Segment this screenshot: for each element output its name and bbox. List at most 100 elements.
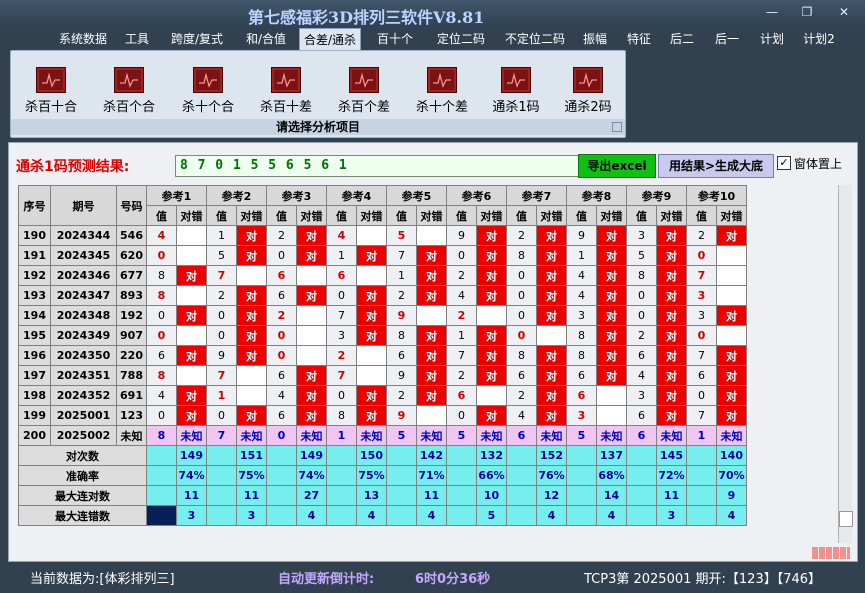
- value-cell: 5: [566, 425, 597, 446]
- subheader-result: 对错: [596, 205, 627, 226]
- stats-value: 13: [356, 485, 387, 506]
- analysis-button-4[interactable]: 杀百个差: [333, 67, 395, 115]
- analysis-button-6[interactable]: 通杀1码: [485, 67, 547, 115]
- table-row[interactable]: 197 2024351 788 8 7 6 对 7 9 对 2 对 6 对 6 对 4 对 6 对: [18, 365, 747, 386]
- table-row[interactable]: 191 2024345 620 0 5 对 0 对 1 对 7 对 0 对 8 对 1 对 5 对 0: [18, 245, 747, 266]
- menu-item-11[interactable]: 后一: [712, 30, 742, 48]
- table-row[interactable]: 190 2024344 546 4 1 对 2 对 4 5 9 对 2 对 9 对 3 对 2 对: [18, 225, 747, 246]
- export-excel-button[interactable]: 导出excel: [578, 154, 656, 178]
- result-cell: 对: [596, 285, 627, 306]
- maximize-icon[interactable]: ❐: [797, 4, 817, 20]
- minimize-icon[interactable]: —: [762, 4, 782, 20]
- table-row[interactable]: 199 2025001 123 0 对 0 对 6 对 8 对 9 0 对 4 对 3 6 对 7 对: [18, 405, 747, 426]
- analysis-button-1[interactable]: 杀百个合: [98, 67, 160, 115]
- analysis-button-7[interactable]: 通杀2码: [557, 67, 619, 115]
- value-cell: 8: [326, 405, 357, 426]
- row-number: 220: [116, 345, 147, 366]
- subheader-result: 对错: [356, 205, 387, 226]
- value-cell: 6: [266, 285, 297, 306]
- menu-item-4[interactable]: 合差/通杀: [299, 28, 361, 51]
- close-icon[interactable]: ✕: [834, 4, 854, 20]
- subheader-value: 值: [386, 205, 417, 226]
- generate-button[interactable]: 用结果>生成大底: [658, 154, 774, 178]
- value-cell: 0: [266, 425, 297, 446]
- stats-spacer: [566, 445, 597, 466]
- menu-item-5[interactable]: 百十个: [375, 30, 415, 48]
- analysis-button-2[interactable]: 杀十个合: [177, 67, 239, 115]
- stats-value: 74%: [176, 465, 207, 486]
- result-cell: 对: [416, 345, 447, 366]
- menu-item-13[interactable]: 计划2: [801, 30, 837, 48]
- value-cell: 7: [446, 345, 477, 366]
- stats-spacer: [626, 465, 657, 486]
- menu-item-12[interactable]: 计划: [757, 30, 787, 48]
- stats-spacer: [326, 505, 357, 526]
- row-index: 199: [18, 405, 51, 426]
- result-cell: [236, 365, 267, 386]
- value-cell: 0: [266, 325, 297, 346]
- menu-item-10[interactable]: 后二: [667, 30, 697, 48]
- value-cell: 0: [446, 405, 477, 426]
- result-cell: 对: [176, 385, 207, 406]
- table-row[interactable]: 200 2025002 未知 8 未知 7 未知 0 未知 1 未知 5 未知 5 未知 6 未知 5 未知 6 未知 1…: [18, 425, 747, 446]
- row-period: 2025001: [50, 405, 117, 426]
- prediction-result-field[interactable]: 8 7 0 1 5 5 6 5 6 1: [175, 155, 581, 177]
- analysis-button-label: 通杀1码: [492, 100, 540, 115]
- stats-spacer: [326, 465, 357, 486]
- analysis-button-0[interactable]: 杀百十合: [20, 67, 82, 115]
- table-row[interactable]: 192 2024346 677 8 对 7 6 6 1 对 2 对 0 对 4 对 8 对 7: [18, 265, 747, 286]
- analysis-button-5[interactable]: 杀十个差: [411, 67, 473, 115]
- result-cell: 对: [176, 405, 207, 426]
- menu-item-7[interactable]: 不定位二码: [500, 30, 570, 48]
- value-cell: 0: [686, 385, 717, 406]
- stats-spacer: [566, 485, 597, 506]
- table-row[interactable]: 198 2024352 691 4 对 1 4 对 0 对 2 对 6 2 对 6 3 对 0 对: [18, 385, 747, 406]
- row-period: 2024349: [50, 325, 117, 346]
- chart-icon: [271, 67, 301, 93]
- result-cell: 未知: [176, 425, 207, 446]
- stats-spacer: [446, 465, 477, 486]
- stats-value: 4: [356, 505, 387, 526]
- menu-item-3[interactable]: 和/合值: [241, 30, 291, 48]
- value-cell: 8: [566, 345, 597, 366]
- table-row[interactable]: 195 2024349 907 0 0 对 0 3 对 8 对 1 对 0 8 对 2 对 0: [18, 325, 747, 346]
- expand-icon[interactable]: [612, 122, 622, 132]
- stats-value: 66%: [476, 465, 507, 486]
- value-cell: 6: [326, 265, 357, 286]
- menu-item-1[interactable]: 工具: [122, 30, 152, 48]
- table-row[interactable]: 193 2024347 893 8 2 对 6 对 0 对 2 对 4 对 0 对 4 对 0 对 3: [18, 285, 747, 306]
- row-number: 192: [116, 305, 147, 326]
- scrollbar-thumb[interactable]: [839, 511, 853, 527]
- row-number: 788: [116, 365, 147, 386]
- analysis-button-3[interactable]: 杀百十差: [255, 67, 317, 115]
- menu-item-6[interactable]: 定位二码: [432, 30, 490, 48]
- table-row[interactable]: 196 2024350 220 6 对 9 对 0 2 6 对 7 对 8 对 8 对 6 对 7 对: [18, 345, 747, 366]
- value-cell: 6: [506, 425, 537, 446]
- menu-item-8[interactable]: 振幅: [580, 30, 610, 48]
- result-cell: 对: [596, 265, 627, 286]
- subheader-value: 值: [626, 205, 657, 226]
- value-cell: 2: [506, 225, 537, 246]
- menu-item-2[interactable]: 跨度/复式: [167, 30, 227, 48]
- stats-value: 72%: [656, 465, 687, 486]
- stats-value: 4: [536, 505, 567, 526]
- value-cell: 4: [146, 385, 177, 406]
- result-cell: 对: [296, 405, 327, 426]
- pin-window-checkbox[interactable]: ✓: [777, 156, 791, 170]
- value-cell: 5: [446, 425, 477, 446]
- value-cell: 3: [686, 285, 717, 306]
- value-cell: 0: [686, 245, 717, 266]
- vertical-scrollbar[interactable]: [838, 185, 853, 543]
- subheader-result: 对错: [476, 205, 507, 226]
- result-cell: 对: [356, 405, 387, 426]
- result-cell: 对: [656, 325, 687, 346]
- prediction-table: 序号 期号 号码 参考1 参考2 参考3 参考4 参考5 参考6 参考7 参考8 参考9 参考10 值对错…: [18, 185, 747, 526]
- result-cell: [296, 345, 327, 366]
- value-cell: 8: [146, 285, 177, 306]
- value-cell: 6: [506, 365, 537, 386]
- menu-item-9[interactable]: 特征: [624, 30, 654, 48]
- table-row[interactable]: 194 2024348 192 0 对 0 对 2 7 对 9 2 0 对 3 对 0 对 3 对: [18, 305, 747, 326]
- result-cell: 对: [236, 345, 267, 366]
- menu-item-0[interactable]: 系统数据: [55, 30, 111, 48]
- row-number: 691: [116, 385, 147, 406]
